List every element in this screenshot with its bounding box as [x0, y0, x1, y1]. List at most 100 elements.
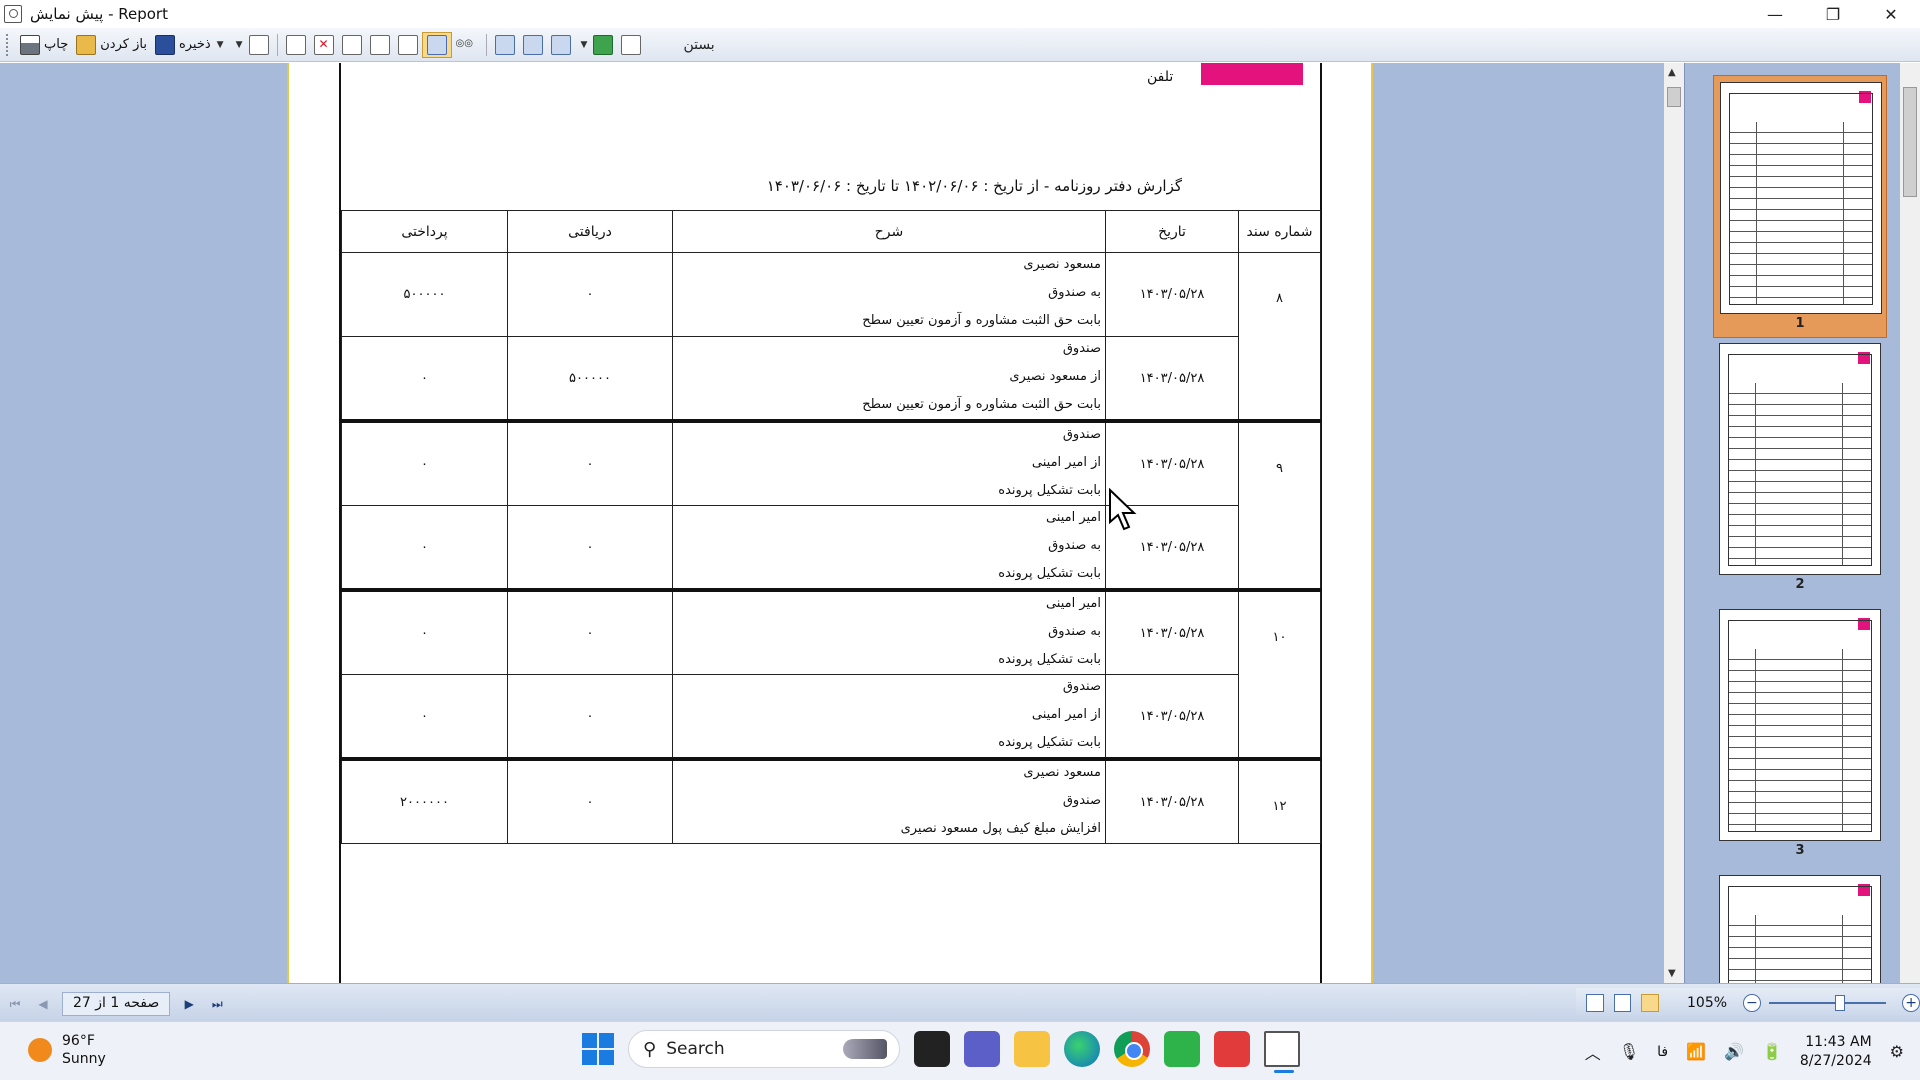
- battery-icon[interactable]: 🔋: [1762, 1042, 1782, 1061]
- clock[interactable]: 11:43 AM 8/27/2024: [1800, 1033, 1872, 1071]
- zoom-out-button[interactable]: −: [1743, 994, 1761, 1012]
- thumbnail-scroll-thumb[interactable]: [1903, 87, 1917, 197]
- zoom-controls: 105% − +: [1576, 988, 1920, 1018]
- delete-page-button[interactable]: [310, 32, 338, 58]
- thumbnail-page-1[interactable]: 1: [1713, 75, 1887, 338]
- teams-icon[interactable]: [964, 1031, 1000, 1067]
- notifications-icon[interactable]: ⚙: [1890, 1042, 1904, 1061]
- restore-button[interactable]: ❐: [1804, 0, 1862, 28]
- column-header-description: شرح: [672, 210, 1106, 253]
- page-navigator: ⏮ ◀ صفحه 1 از 27 ▶ ⏭: [6, 992, 226, 1016]
- next-page-icon[interactable]: ▶: [180, 995, 198, 1013]
- red-app-icon[interactable]: [1214, 1031, 1250, 1067]
- find-button[interactable]: [452, 32, 482, 58]
- thumbnail-number: 3: [1795, 843, 1805, 858]
- preview-scrollbar[interactable]: ▲ ▼: [1664, 63, 1684, 983]
- edit-button[interactable]: [338, 32, 366, 58]
- file-explorer-icon[interactable]: [1014, 1031, 1050, 1067]
- date-cell: ۱۴۰۳/۰۵/۲۸: [1105, 588, 1239, 675]
- multi-page-view-icon[interactable]: [1641, 994, 1660, 1012]
- full-screen-button[interactable]: [617, 32, 645, 58]
- received-cell: ۰: [507, 252, 673, 337]
- print-button[interactable]: چاپ: [16, 32, 72, 58]
- outline-icon: [397, 34, 418, 55]
- description-line: به صندوق: [1048, 538, 1101, 553]
- preview-area[interactable]: تلفن گزارش دفتر روزنامه - از تاریخ : ۱۴۰…: [0, 63, 1670, 983]
- close-preview-button[interactable]: بستن: [683, 37, 714, 53]
- paid-cell: ۰: [341, 674, 508, 760]
- table-row: ۸ ۱۴۰۳/۰۵/۲۸ مسعود نصیری به صندوق بابت حق ال…: [341, 252, 1321, 422]
- toolbar-grip[interactable]: [6, 33, 10, 56]
- paid-cell: ۰: [341, 419, 508, 506]
- report-title: گزارش دفتر روزنامه - از تاریخ : ۱۴۰۲/۰۶/…: [766, 177, 1182, 195]
- wifi-icon[interactable]: 📶: [1686, 1042, 1706, 1061]
- thumbnail-image: [1720, 82, 1882, 314]
- column-header-doc-no: شماره سند: [1238, 210, 1321, 253]
- outline-button[interactable]: [394, 32, 422, 58]
- single-page-icon: [494, 34, 515, 55]
- multi-page-button[interactable]: ▼: [575, 32, 618, 58]
- zoom-slider-knob[interactable]: [1834, 995, 1845, 1011]
- scroll-up-icon[interactable]: ▲: [1668, 67, 1676, 78]
- window-controls: — ❐ ✕: [1746, 0, 1920, 28]
- volume-icon[interactable]: 🔊: [1724, 1042, 1744, 1061]
- preview-scroll-thumb[interactable]: [1667, 87, 1681, 107]
- thumbnail-page-3[interactable]: 3: [1719, 609, 1881, 858]
- save-button[interactable]: ▼ ذخیره: [151, 32, 230, 58]
- zoom-in-button[interactable]: +: [1902, 994, 1920, 1012]
- pencil-icon: [341, 34, 362, 55]
- open-label: باز کردن: [100, 37, 147, 52]
- chrome-icon[interactable]: [1114, 1031, 1150, 1067]
- export-dropdown-icon[interactable]: ▼: [236, 40, 243, 50]
- search-icon: ⚲: [643, 1038, 657, 1060]
- description-line: مسعود نصیری: [1023, 765, 1101, 780]
- description-line: صندوق: [1062, 427, 1101, 442]
- thumbnail-page-2[interactable]: 2: [1719, 343, 1881, 592]
- two-page-view-icon[interactable]: [1613, 994, 1632, 1012]
- thumbnail-panel: 1 2 3: [1684, 63, 1920, 983]
- zoom-page-button[interactable]: [491, 32, 519, 58]
- windows-start-icon[interactable]: [582, 1033, 614, 1065]
- phone-label: تلفن: [1147, 69, 1174, 85]
- single-page-view-icon[interactable]: [1586, 994, 1604, 1012]
- thumbnails-toggle-button[interactable]: [421, 31, 452, 58]
- date-cell: ۱۴۰۳/۰۵/۲۸: [1105, 252, 1239, 337]
- export-button[interactable]: ▼: [230, 32, 273, 58]
- close-window-button[interactable]: ✕: [1862, 0, 1920, 28]
- page-setup-button[interactable]: [366, 32, 394, 58]
- report-app-icon[interactable]: [1264, 1031, 1300, 1073]
- date-cell: ۱۴۰۳/۰۵/۲۸: [1105, 674, 1239, 760]
- print-label: چاپ: [44, 37, 69, 52]
- page-indicator[interactable]: صفحه 1 از 27: [62, 992, 171, 1016]
- save-dropdown-icon[interactable]: ▼: [217, 40, 224, 50]
- chevron-up-icon[interactable]: ︿: [1585, 1040, 1601, 1064]
- thumbnail-scrollbar[interactable]: [1900, 63, 1920, 983]
- microphone-icon[interactable]: 🎙: [1619, 1042, 1639, 1061]
- column-header-received: دریافتی: [507, 210, 673, 253]
- new-page-button[interactable]: [282, 32, 310, 58]
- first-page-icon[interactable]: ⏮: [6, 995, 24, 1013]
- task-view-icon[interactable]: [914, 1031, 950, 1067]
- page-setup-icon: [369, 34, 390, 55]
- zoom-width-button[interactable]: [519, 32, 547, 58]
- green-app-icon[interactable]: [1164, 1031, 1200, 1067]
- multi-page-dropdown-icon[interactable]: ▼: [581, 40, 588, 50]
- two-pages-button[interactable]: [547, 32, 575, 58]
- floppy-disk-icon: [154, 34, 175, 55]
- last-page-icon[interactable]: ⏭: [208, 995, 226, 1013]
- zoom-slider[interactable]: [1768, 995, 1887, 1011]
- description-line: صندوق: [1062, 679, 1101, 694]
- edge-icon[interactable]: [1064, 1031, 1100, 1067]
- description-line: صندوق: [1062, 793, 1101, 808]
- taskbar-search[interactable]: ⚲ Search: [628, 1030, 900, 1068]
- table-row: ۹ ۱۴۰۳/۰۵/۲۸ صندوق از امیر امینی بابت تشکیل …: [341, 419, 1321, 591]
- weather-widget[interactable]: 96°F Sunny: [28, 1032, 106, 1068]
- scroll-down-icon[interactable]: ▼: [1668, 968, 1676, 979]
- minimize-button[interactable]: —: [1746, 0, 1804, 28]
- taskbar-apps: ⚲ Search: [582, 1030, 1300, 1073]
- thumbnail-page-4[interactable]: [1719, 875, 1881, 983]
- language-indicator[interactable]: فا: [1657, 1044, 1668, 1060]
- previous-page-icon[interactable]: ◀: [34, 995, 52, 1013]
- description-line: به صندوق: [1048, 285, 1101, 300]
- open-button[interactable]: باز کردن: [72, 32, 151, 58]
